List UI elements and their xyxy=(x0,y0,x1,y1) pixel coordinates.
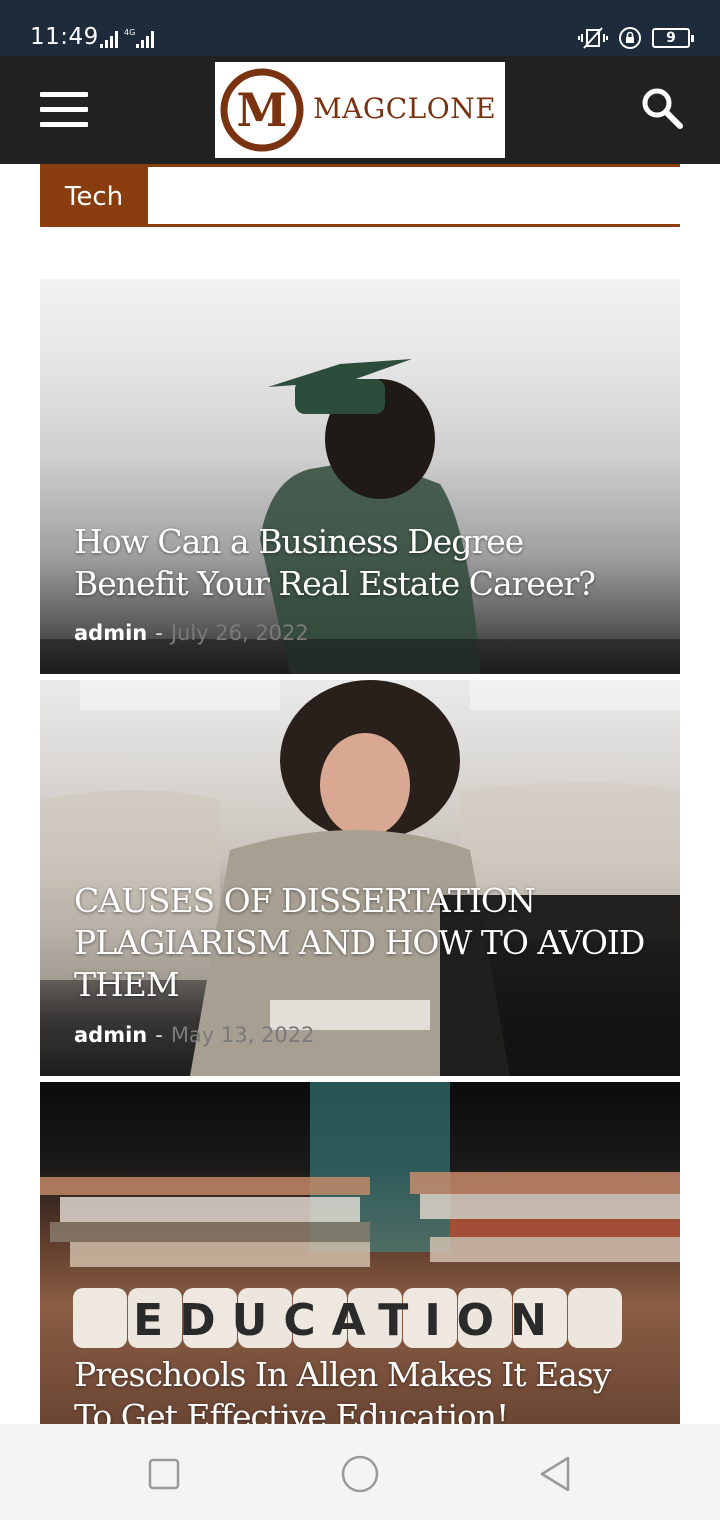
education-letter-blocks: EDUCATION xyxy=(73,1288,622,1348)
article-image-graduate xyxy=(40,279,680,674)
article-title[interactable]: CAUSES OF DISSERTATION PLAGIARISM AND HO… xyxy=(74,880,646,1006)
logo-letter: M xyxy=(237,83,288,137)
meta-separator: - xyxy=(155,621,163,645)
system-navigation-bar xyxy=(0,1424,720,1520)
vibrate-icon xyxy=(578,27,608,49)
battery-icon: 9 xyxy=(652,28,694,48)
rotation-lock-icon xyxy=(619,27,641,49)
article-date: May 13, 2022 xyxy=(170,1023,315,1047)
square-icon[interactable] xyxy=(144,1454,184,1494)
meta-separator: - xyxy=(155,1023,163,1047)
site-header: M MAGCLONE xyxy=(0,56,720,164)
article-card[interactable]: EDUCATION Preschools In Allen Makes It E… xyxy=(40,1082,680,1424)
article-meta: admin - May 13, 2022 xyxy=(74,1023,314,1047)
logo-emblem: M xyxy=(220,68,304,152)
category-tag-tech[interactable]: Tech xyxy=(40,167,148,224)
article-title[interactable]: Preschools In Allen Makes It Easy To Get… xyxy=(74,1354,646,1424)
article-image-student xyxy=(40,680,680,1076)
status-icons: 9 xyxy=(578,26,694,50)
education-image-text: EDUCATION xyxy=(133,1295,563,1346)
search-icon[interactable] xyxy=(640,86,684,130)
status-bar: 11:49 4G 9 xyxy=(0,0,720,56)
article-title[interactable]: How Can a Business Degree Benefit Your R… xyxy=(74,521,646,605)
signal-icon: 4G xyxy=(100,28,154,48)
article-date: July 26, 2022 xyxy=(170,621,309,645)
article-card[interactable]: How Can a Business Degree Benefit Your R… xyxy=(40,279,680,674)
logo-text: MAGCLONE xyxy=(313,92,497,125)
article-author[interactable]: admin xyxy=(74,621,147,645)
category-bar: Tech xyxy=(40,164,680,227)
article-meta: admin - July 26, 2022 xyxy=(74,621,309,645)
triangle-back-icon[interactable] xyxy=(536,1454,576,1494)
circle-icon[interactable] xyxy=(340,1454,380,1494)
site-logo[interactable]: M MAGCLONE xyxy=(215,62,505,158)
svg-text:4G: 4G xyxy=(124,28,135,37)
status-time: 11:49 xyxy=(30,24,99,50)
hamburger-menu-icon[interactable] xyxy=(40,92,88,128)
article-author[interactable]: admin xyxy=(74,1023,147,1047)
article-card[interactable]: CAUSES OF DISSERTATION PLAGIARISM AND HO… xyxy=(40,680,680,1076)
